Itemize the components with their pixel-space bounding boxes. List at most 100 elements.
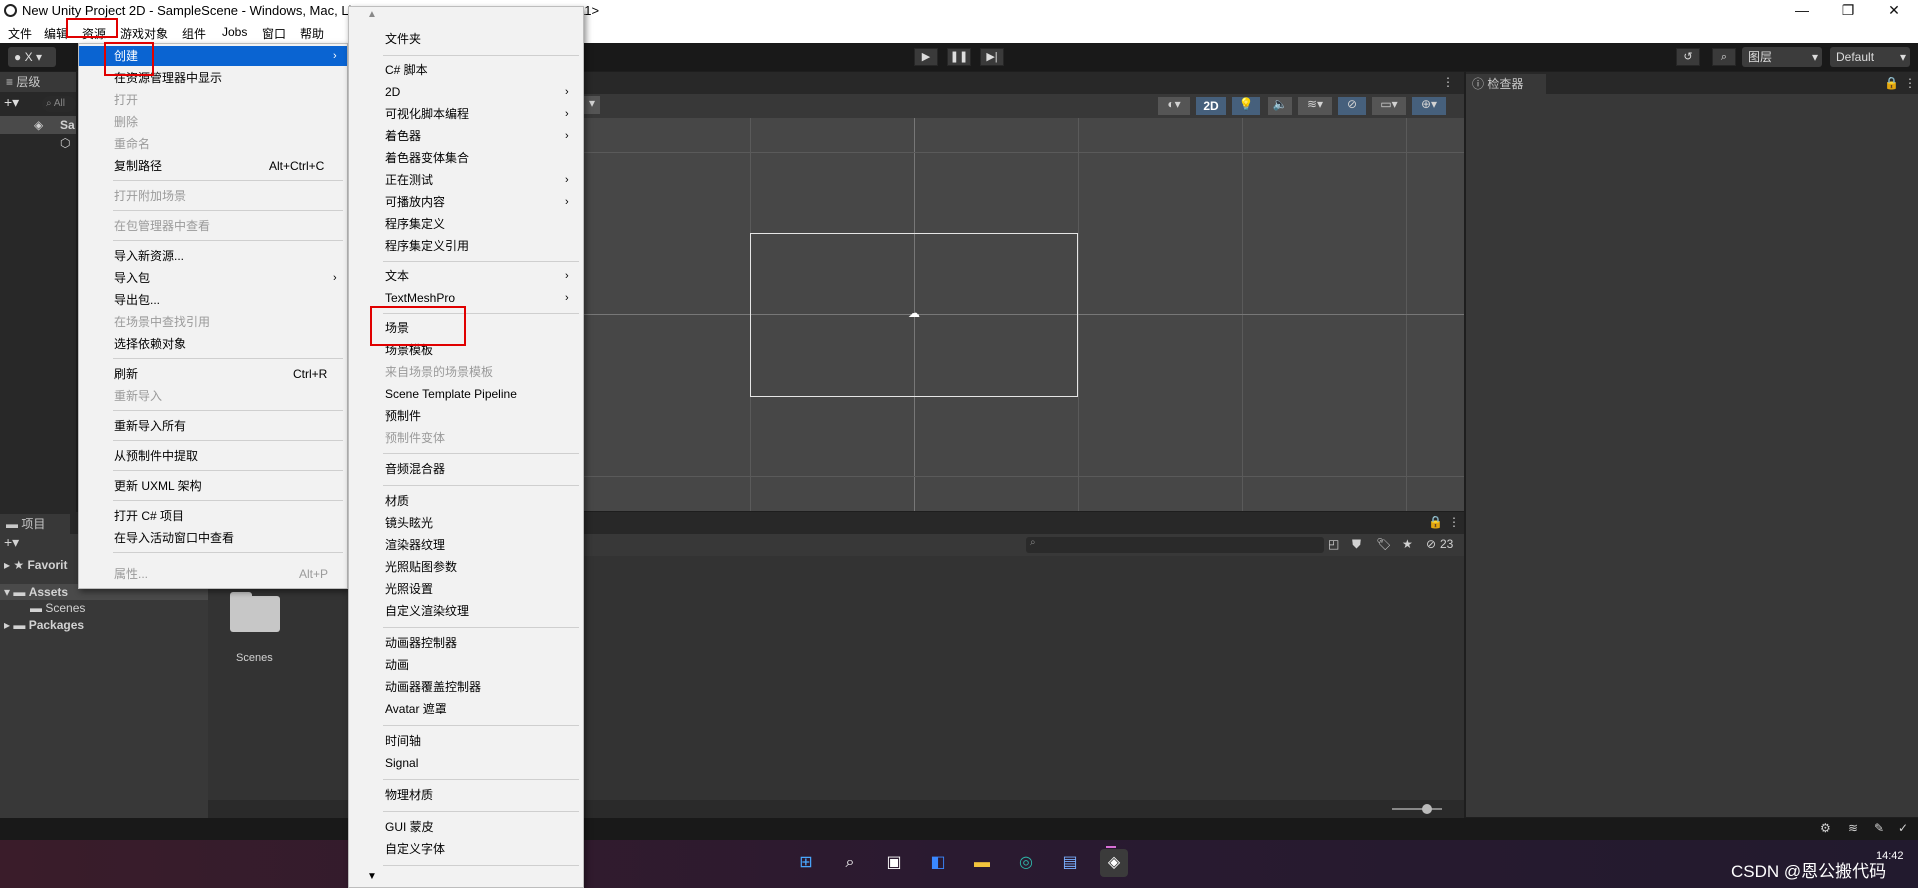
menu-item-copy-path[interactable]: 复制路径 Alt+Ctrl+C — [79, 156, 347, 176]
create-item-prefab-variant[interactable]: 预制件变体 — [349, 428, 583, 448]
create-item-visual-scripting[interactable]: 可视化脚本编程 › — [349, 104, 583, 124]
scene-view[interactable]: ☁ — [584, 94, 1464, 511]
chevron-down-icon[interactable]: ▾ — [584, 96, 600, 114]
menu-item-reimport[interactable]: 重新导入 — [79, 386, 347, 406]
close-icon[interactable]: ✕ — [1884, 2, 1904, 19]
unity-taskbar-icon[interactable]: ◈ — [1100, 849, 1128, 877]
play-button[interactable]: ▶ — [914, 48, 938, 66]
menu-item-open-csharp-project[interactable]: 打开 C# 项目 — [79, 506, 347, 526]
audio-icon[interactable]: 🔈 — [1268, 97, 1292, 115]
layers-dropdown[interactable]: 图层 ▾ — [1742, 47, 1822, 67]
menu-gameobject[interactable]: 游戏对象 — [120, 25, 168, 42]
create-item-gui-skin[interactable]: GUI 蒙皮 — [349, 817, 583, 837]
more-options-icon[interactable]: ⋮ — [1442, 75, 1454, 89]
folder-label[interactable]: Scenes — [236, 652, 273, 664]
create-item-signal[interactable]: Signal — [349, 753, 583, 773]
scroll-up-icon[interactable]: ▲ — [367, 9, 377, 20]
create-item-lighting-settings[interactable]: 光照设置 — [349, 579, 583, 599]
camera-icon[interactable]: ▭▾ — [1372, 97, 1406, 115]
menu-jobs[interactable]: Jobs — [222, 25, 247, 39]
scroll-down-icon[interactable]: ▼ — [367, 871, 377, 882]
tab-inspector[interactable]: ⓘ 检查器 — [1466, 74, 1546, 94]
menu-item-update-uxml[interactable]: 更新 UXML 架构 — [79, 476, 347, 496]
menu-item-rename[interactable]: 重命名 — [79, 134, 347, 154]
zoom-slider[interactable] — [1392, 808, 1442, 810]
start-icon[interactable]: ⊞ — [792, 849, 820, 877]
search-icon[interactable]: ⌕ — [1712, 48, 1736, 66]
create-item-shader-variant[interactable]: 着色器变体集合 — [349, 148, 583, 168]
create-item-scene-template-from-scene[interactable]: 来自场景的场景模板 — [349, 362, 583, 382]
filter-type-icon[interactable]: ◰ — [1328, 537, 1339, 551]
menu-edit[interactable]: 编辑 — [44, 25, 68, 42]
create-item-2d[interactable]: 2D › — [349, 82, 583, 102]
menu-item-refresh[interactable]: 刷新 Ctrl+R — [79, 364, 347, 384]
star-icon[interactable]: ★ — [1402, 537, 1413, 551]
history-icon[interactable]: ↺ — [1676, 48, 1700, 66]
create-item-testing[interactable]: 正在测试 › — [349, 170, 583, 190]
task-view-icon[interactable]: ▣ — [880, 849, 908, 877]
add-icon[interactable]: +▾ — [4, 94, 19, 111]
tree-favorites[interactable]: ▸ ★ Favorit — [4, 558, 67, 572]
create-item-physic-material[interactable]: 物理材质 — [349, 785, 583, 805]
add-icon[interactable]: +▾ — [4, 534, 19, 551]
menu-item-open[interactable]: 打开 — [79, 90, 347, 110]
create-item-text[interactable]: 文本 › — [349, 266, 583, 286]
scene-row[interactable]: ◈ Sa — [0, 116, 76, 134]
menu-item-select-dependencies[interactable]: 选择依赖对象 — [79, 334, 347, 354]
create-item-animation[interactable]: 动画 — [349, 655, 583, 675]
store-icon[interactable]: ▤ — [1056, 849, 1084, 877]
menu-item-extract-from-prefab[interactable]: 从预制件中提取 — [79, 446, 347, 466]
menu-file[interactable]: 文件 — [8, 25, 32, 42]
create-item-render-texture[interactable]: 渲染器纹理 — [349, 535, 583, 555]
folder-icon[interactable] — [230, 596, 280, 632]
account-dropdown[interactable]: ● X ▾ — [8, 47, 56, 67]
check-icon[interactable]: ✓ — [1898, 821, 1908, 835]
menu-item-delete[interactable]: 删除 — [79, 112, 347, 132]
hidden-packages-icon[interactable]: ⊘ — [1426, 537, 1436, 551]
menu-window[interactable]: 窗口 — [262, 25, 286, 42]
search-icon[interactable]: ⌕ — [836, 849, 864, 877]
menu-item-find-references[interactable]: 在场景中查找引用 — [79, 312, 347, 332]
menu-item-view-import-activity[interactable]: 在导入活动窗口中查看 — [79, 528, 347, 548]
more-options-icon[interactable]: ⋮ — [1904, 76, 1916, 90]
create-item-folder[interactable]: 文件夹 — [349, 29, 583, 49]
zoom-slider-handle[interactable] — [1422, 804, 1432, 814]
create-item-textmeshpro[interactable]: TextMeshPro › — [349, 288, 583, 308]
toggle-2d-button[interactable]: 2D — [1196, 97, 1226, 115]
menu-component[interactable]: 组件 — [182, 25, 206, 42]
menu-item-reimport-all[interactable]: 重新导入所有 — [79, 416, 347, 436]
tree-packages[interactable]: ▸ ▬ Packages — [4, 618, 84, 632]
create-item-avatar-mask[interactable]: Avatar 遮罩 — [349, 699, 583, 719]
tree-assets[interactable]: ▾ ▬ Assets — [4, 585, 68, 599]
step-button[interactable]: ▶| — [980, 48, 1004, 66]
effects-icon[interactable]: ≋▾ — [1298, 97, 1332, 115]
create-item-custom-font[interactable]: 自定义字体 — [349, 839, 583, 859]
create-item-csharp-script[interactable]: C# 脚本 — [349, 60, 583, 80]
auto-icon[interactable]: ✎ — [1874, 821, 1884, 835]
create-item-custom-render-texture[interactable]: 自定义渲染纹理 — [349, 601, 583, 621]
create-item-animator-override[interactable]: 动画器覆盖控制器 — [349, 677, 583, 697]
create-item-playables[interactable]: 可播放内容 › — [349, 192, 583, 212]
cache-icon[interactable]: ≋ — [1848, 821, 1858, 835]
tab-project[interactable]: ▬ 项目 — [0, 514, 70, 534]
create-item-assembly-reference[interactable]: 程序集定义引用 — [349, 236, 583, 256]
tab-hierarchy[interactable]: ≡ 层级 — [0, 72, 76, 92]
debug-icon[interactable]: ⚙ — [1820, 821, 1831, 835]
maximize-icon[interactable]: ❐ — [1838, 2, 1858, 19]
create-item-animator-controller[interactable]: 动画器控制器 — [349, 633, 583, 653]
project-search-input[interactable]: ⌕ — [1026, 537, 1324, 553]
create-item-audio-mixer[interactable]: 音频混合器 — [349, 459, 583, 479]
layout-dropdown[interactable]: Default ▾ — [1830, 47, 1910, 67]
lighting-icon[interactable]: 💡 — [1232, 97, 1260, 115]
menu-help[interactable]: 帮助 — [300, 25, 324, 42]
more-options-icon[interactable]: ⋮ — [1448, 515, 1460, 529]
camera-gizmo-icon[interactable]: ☁ — [908, 306, 920, 320]
menu-item-view-in-package[interactable]: 在包管理器中查看 — [79, 216, 347, 236]
menu-item-properties[interactable]: 属性... Alt+P — [79, 564, 347, 584]
tag-icon[interactable]: 🏷 — [1376, 537, 1391, 551]
create-item-scene-template-pipeline[interactable]: Scene Template Pipeline — [349, 384, 583, 404]
lock-icon[interactable]: 🔒 — [1884, 76, 1899, 90]
filter-label-icon[interactable]: ⛊ — [1352, 537, 1361, 552]
create-item-lightmap-parameters[interactable]: 光照贴图参数 — [349, 557, 583, 577]
visibility-icon[interactable]: ⊘ — [1338, 97, 1366, 115]
